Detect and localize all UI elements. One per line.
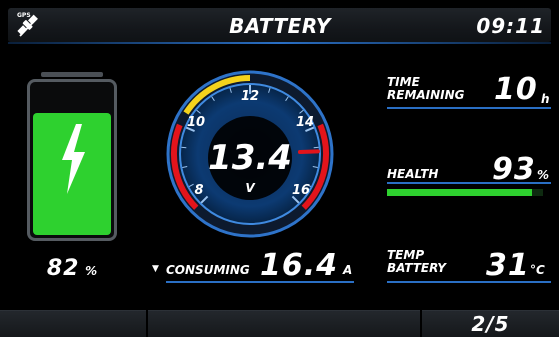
consuming-unit: A <box>343 263 352 277</box>
bottom-softkey-left[interactable] <box>0 310 146 337</box>
temp-battery-underline <box>387 281 551 283</box>
gps-label: GPS <box>17 12 31 19</box>
consuming-value: 16.4 <box>260 248 338 283</box>
health-bar-fill <box>387 189 532 196</box>
gauge-tick-label: 8 <box>194 183 203 198</box>
health-label: HEALTH <box>387 168 438 181</box>
voltage-reading: 13.4 <box>208 138 292 178</box>
consuming-label: CONSUMING <box>166 263 250 277</box>
health-unit: % <box>537 168 549 182</box>
battery-percent-unit: % <box>85 264 97 278</box>
gauge-tick-label: 10 <box>187 115 205 130</box>
time-remaining-value: 10 <box>494 72 538 107</box>
lightning-bolt-icon <box>58 124 88 194</box>
clock: 09:11 <box>476 14 545 38</box>
voltage-gauge: 8 10 12 14 16 13.4 V <box>164 68 336 240</box>
health-underline <box>387 182 551 184</box>
page-title: BATTERY <box>180 14 380 38</box>
time-remaining-unit: h <box>541 92 550 106</box>
battery-terminal <box>41 72 103 77</box>
bottom-softkey-center[interactable] <box>148 310 420 337</box>
time-remaining-label-line2: REMAINING <box>387 89 465 102</box>
gauge-needle <box>300 151 318 152</box>
gauge-tick-label: 14 <box>296 115 314 130</box>
down-arrow-icon: ▼ <box>152 264 159 274</box>
consuming-underline <box>166 281 354 283</box>
time-remaining-underline <box>387 107 551 109</box>
temp-battery-value: 31 <box>486 248 530 283</box>
top-bar-divider <box>8 42 551 44</box>
temp-battery-unit: °C <box>530 263 545 277</box>
battery-percent: 82 % <box>27 256 117 281</box>
battery-percent-value: 82 <box>47 256 80 281</box>
gauge-tick-label: 12 <box>241 89 259 104</box>
health-bar <box>387 189 543 196</box>
temp-battery-label-line2: BATTERY <box>387 262 446 275</box>
time-remaining-label: TIME REMAINING <box>387 76 465 102</box>
temp-battery-label: TEMP BATTERY <box>387 249 446 275</box>
page-indicator[interactable]: 2/5 <box>422 312 559 336</box>
gauge-tick-label: 16 <box>292 183 310 198</box>
